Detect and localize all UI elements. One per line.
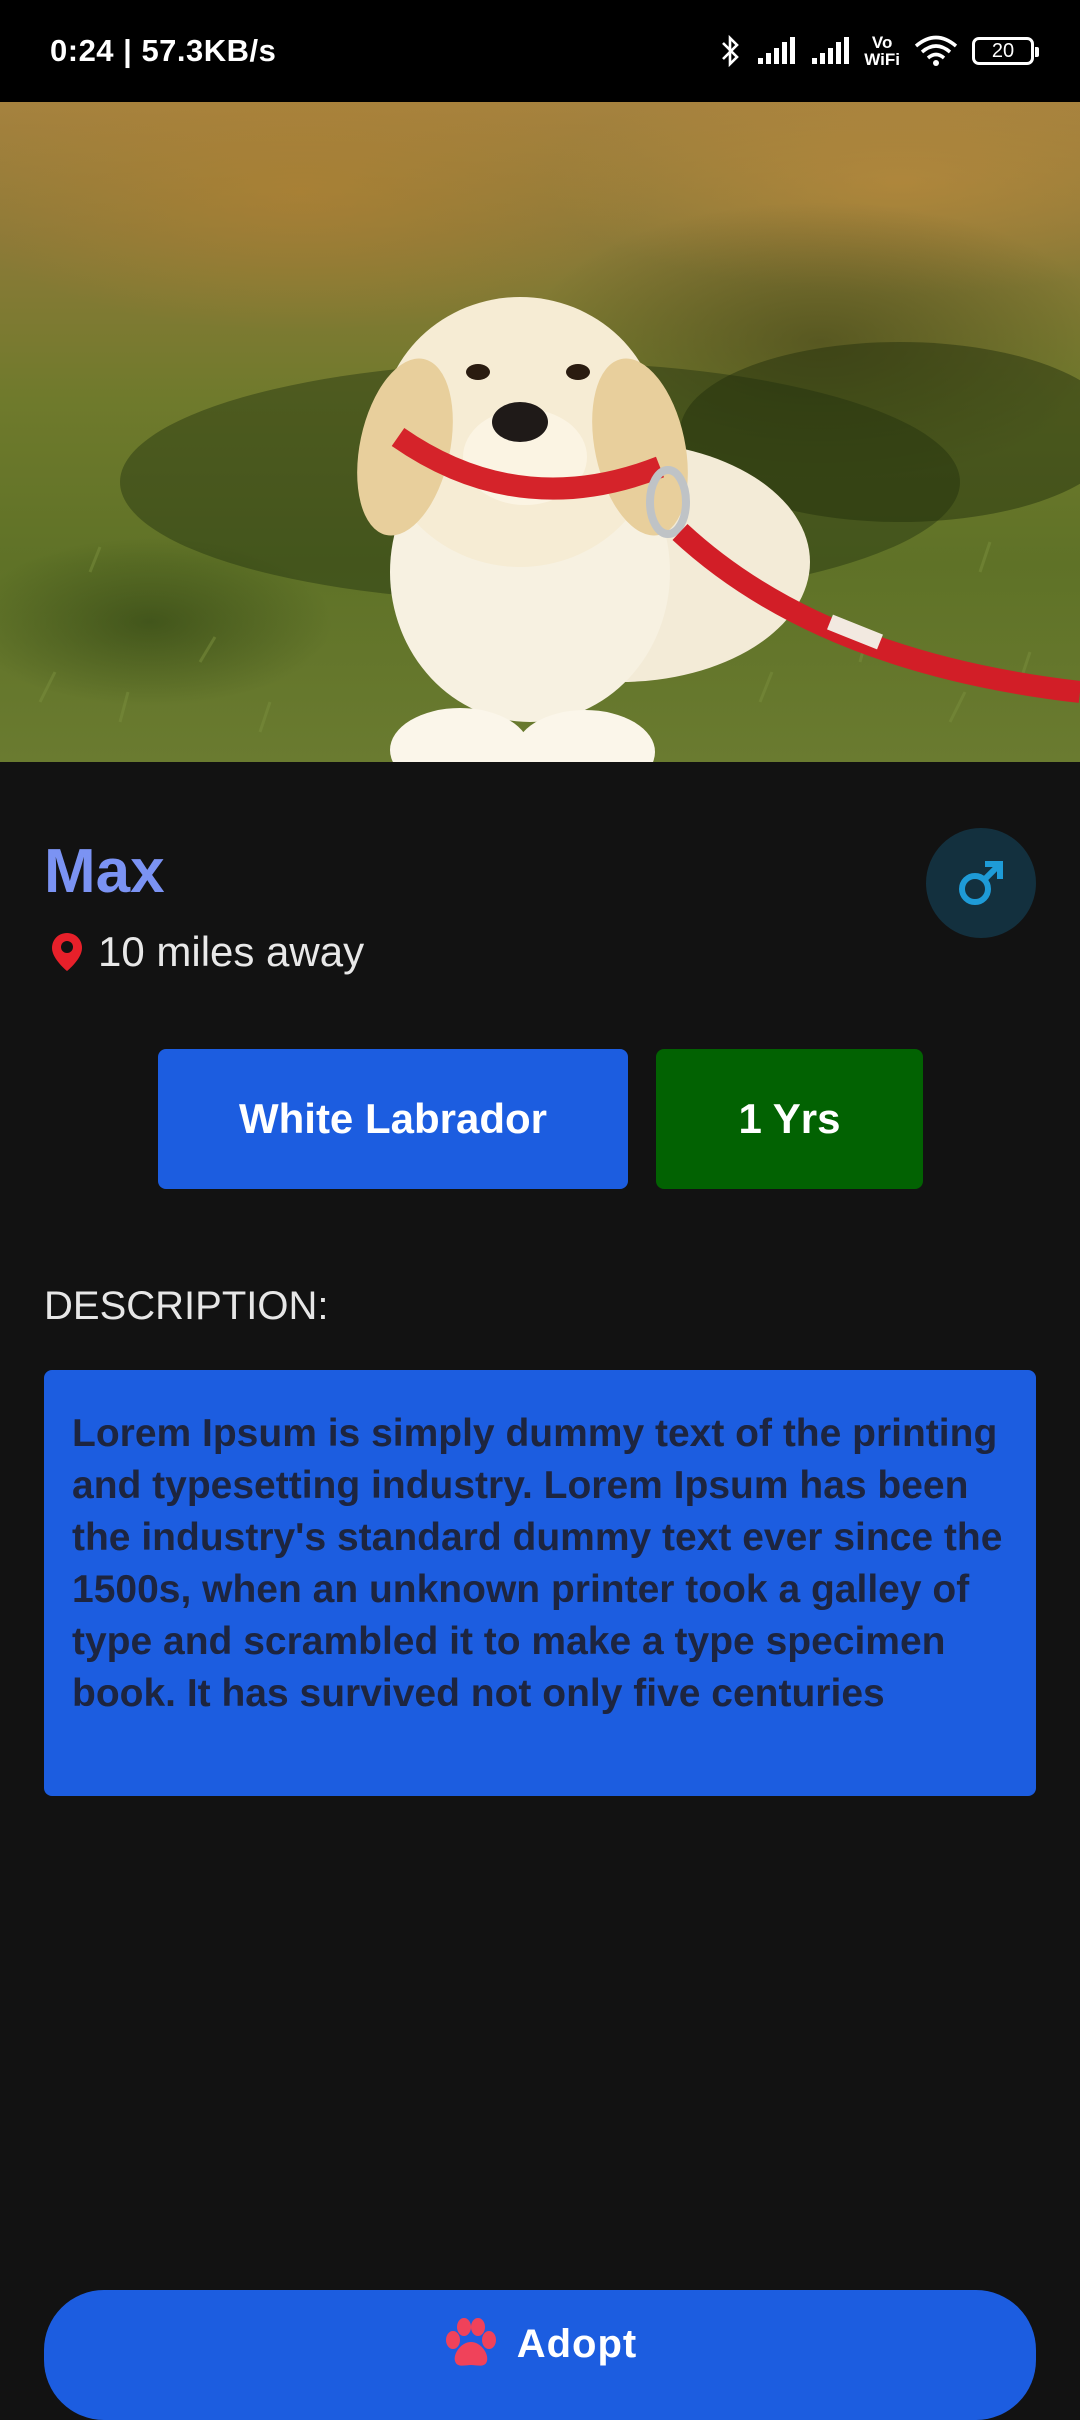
status-icons: Vo WiFi 20 (720, 33, 1039, 69)
distance-text: 10 miles away (98, 928, 365, 975)
bluetooth-icon (722, 34, 740, 68)
location-pin-icon (52, 933, 82, 971)
signal-icon-2 (812, 37, 850, 64)
gender-button[interactable] (926, 828, 1036, 938)
description-box: Lorem Ipsum is simply dummy text of the … (44, 1370, 1036, 1796)
description-text: Lorem Ipsum is simply dummy text of the … (72, 1412, 1003, 1715)
age-chip: 1 Yrs (656, 1049, 923, 1189)
vowifi-bottom: WiFi (864, 50, 900, 69)
male-icon (959, 861, 1003, 905)
breed-chip: White Labrador (158, 1049, 628, 1189)
status-bar: 0:24 | 57.3KB/s Vo WiFi 20 (0, 0, 1080, 102)
adopt-button[interactable]: Adopt (44, 2290, 1036, 2420)
pet-photo (0, 102, 1080, 762)
wifi-icon (914, 35, 958, 66)
signal-icon (758, 37, 796, 64)
location-row: 10 miles away (50, 928, 364, 976)
pet-name: Max (44, 837, 165, 906)
battery-icon: 20 (972, 37, 1039, 65)
status-time: 0:24 | 57.3KB/s (50, 33, 277, 68)
vowifi-icon: Vo WiFi (864, 34, 900, 68)
vowifi-top: Vo (871, 33, 893, 52)
paw-icon (445, 2318, 496, 2366)
puppy-photo-illustration (38, 297, 1080, 762)
adopt-label: Adopt (516, 2322, 638, 2366)
description-label: DESCRIPTION: (44, 1284, 329, 1328)
